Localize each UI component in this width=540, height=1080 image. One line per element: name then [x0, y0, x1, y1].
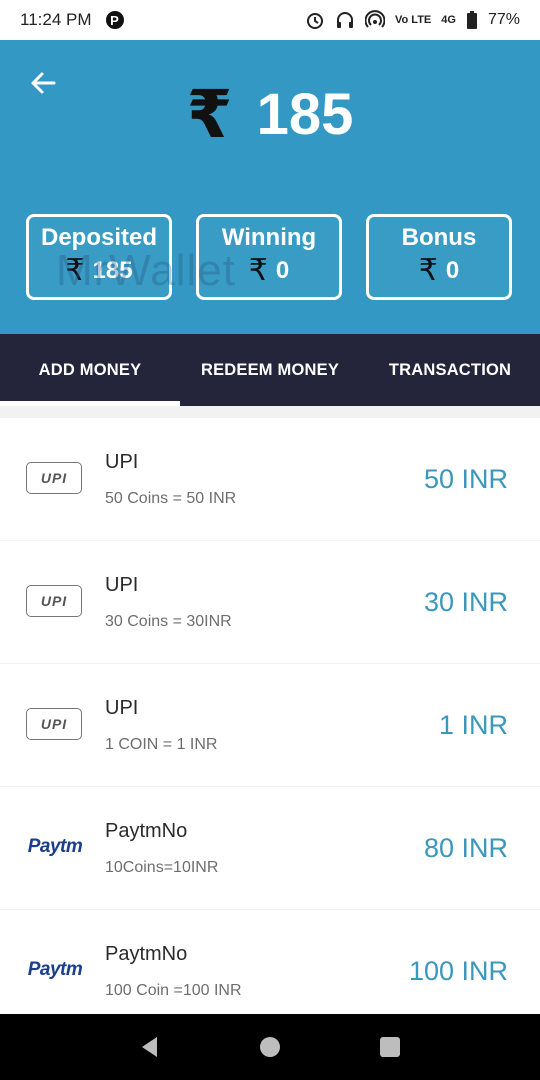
card-label: Bonus — [401, 224, 477, 251]
network-indicator: 4G — [441, 13, 456, 26]
bonus-card: Bonus ₹ 0 — [366, 214, 512, 300]
status-bar: 11:24 PM P Vo LTE 4G 77% — [0, 0, 540, 40]
upi-logo-icon: UPI — [26, 462, 82, 494]
offer-title: UPI — [105, 451, 139, 473]
offer-list: UPI UPI 50 Coins = 50 INR 50 INR UPI UPI… — [0, 418, 540, 1033]
offer-title: UPI — [105, 697, 139, 719]
paytm-logo-icon: Paytm — [27, 836, 83, 857]
list-item[interactable]: UPI UPI 1 COIN = 1 INR 1 INR — [0, 664, 540, 786]
offer-price: 30 INR — [423, 587, 508, 617]
nav-back-icon[interactable] — [130, 1027, 170, 1067]
offer-subtitle: 10Coins=10INR — [105, 859, 219, 876]
wallet-header: ₹ 185 Deposited ₹ 185 Winning ₹ 0 Bonus … — [0, 40, 540, 334]
rupee-icon: ₹ — [186, 76, 233, 153]
card-label: Winning — [221, 224, 317, 251]
offer-price: 1 INR — [438, 710, 508, 740]
offer-price: 50 INR — [423, 464, 508, 494]
offer-title: PaytmNo — [105, 943, 188, 965]
offer-subtitle: 100 Coin =100 INR — [105, 982, 242, 999]
list-item[interactable]: UPI UPI 30 Coins = 30INR 30 INR — [0, 541, 540, 663]
card-value: 0 — [445, 257, 460, 284]
battery-icon — [466, 11, 477, 29]
tab-add-money[interactable]: ADD MONEY — [0, 334, 180, 406]
winning-card: Winning ₹ 0 — [196, 214, 342, 300]
upi-logo-icon: UPI — [26, 708, 82, 740]
nav-home-icon[interactable] — [250, 1027, 290, 1067]
alarm-icon — [307, 13, 324, 29]
card-label: Deposited — [40, 224, 157, 251]
tab-transaction[interactable]: TRANSACTION — [360, 334, 540, 406]
system-nav-bar — [0, 1014, 540, 1080]
card-value: 185 — [92, 257, 133, 284]
upi-logo-icon: UPI — [26, 585, 82, 617]
offer-title: PaytmNo — [105, 820, 188, 842]
offer-subtitle: 1 COIN = 1 INR — [105, 736, 218, 753]
rupee-icon: ₹ — [65, 253, 85, 288]
offer-subtitle: 50 Coins = 50 INR — [105, 490, 237, 507]
battery-percent: 77% — [487, 11, 520, 28]
rupee-icon: ₹ — [248, 253, 268, 288]
balance-cards: Deposited ₹ 185 Winning ₹ 0 Bonus ₹ 0 — [26, 214, 514, 300]
status-time: 11:24 PM — [20, 10, 92, 29]
nav-recents-icon[interactable] — [370, 1027, 410, 1067]
list-item[interactable]: UPI UPI 50 Coins = 50 INR 50 INR — [0, 418, 540, 540]
offer-subtitle: 30 Coins = 30INR — [105, 613, 232, 630]
offer-title: UPI — [105, 574, 139, 596]
balance-amount: 185 — [256, 82, 354, 147]
parking-icon: P — [105, 11, 124, 29]
tab-bar: ADD MONEY REDEEM MONEY TRANSACTION — [0, 334, 540, 406]
tab-redeem-money[interactable]: REDEEM MONEY — [180, 334, 360, 406]
total-balance: ₹ 185 — [0, 82, 540, 148]
offer-price: 80 INR — [423, 833, 508, 863]
hotspot-icon — [365, 10, 386, 28]
volte-indicator: Vo LTE — [395, 13, 432, 26]
paytm-logo-icon: Paytm — [27, 959, 83, 980]
card-value: 0 — [275, 257, 290, 284]
deposited-card: Deposited ₹ 185 — [26, 214, 172, 300]
list-item[interactable]: Paytm PaytmNo 10Coins=10INR 80 INR — [0, 787, 540, 909]
rupee-icon: ₹ — [418, 253, 438, 288]
offer-price: 100 INR — [408, 956, 508, 986]
headset-icon — [337, 12, 354, 28]
